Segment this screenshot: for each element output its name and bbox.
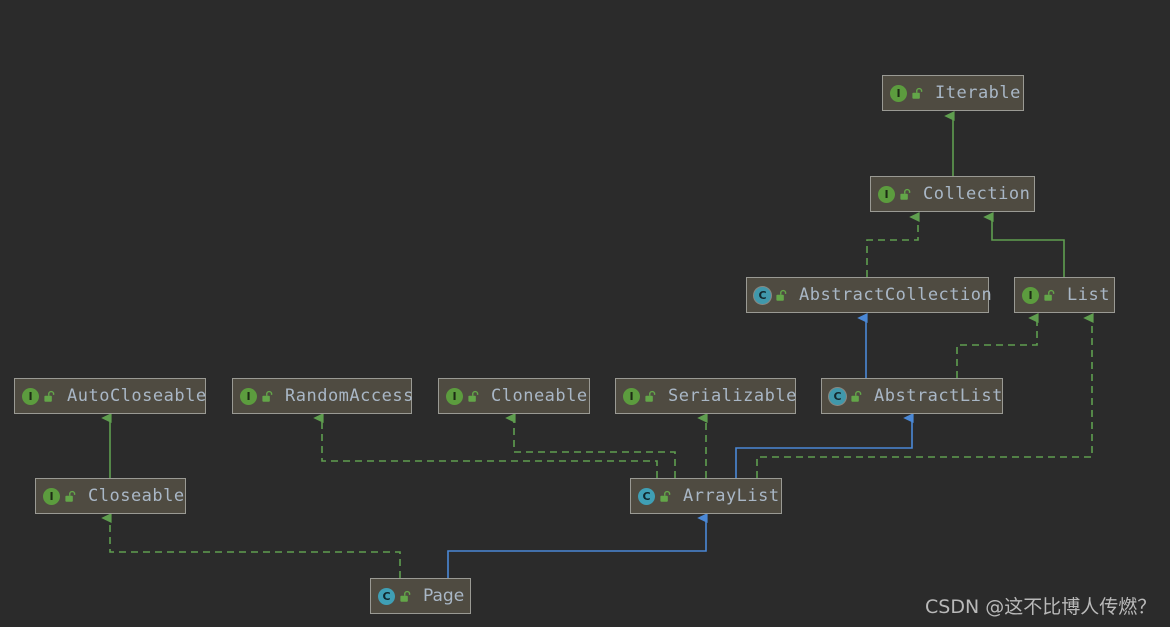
node-arraylist[interactable]: C ArrayList bbox=[630, 478, 782, 514]
node-icons: C bbox=[829, 387, 863, 405]
node-label: Iterable bbox=[935, 83, 1021, 103]
node-abstractlist[interactable]: C AbstractList bbox=[821, 378, 1003, 414]
unlocked-icon bbox=[262, 390, 273, 402]
unlocked-icon bbox=[851, 390, 862, 402]
node-label: Closeable bbox=[88, 486, 185, 506]
interface-icon: I bbox=[890, 84, 907, 102]
unlocked-icon bbox=[900, 188, 911, 200]
node-icons: I bbox=[623, 387, 657, 405]
node-icons: I bbox=[22, 387, 56, 405]
node-label: RandomAccess bbox=[285, 386, 414, 406]
interface-icon: I bbox=[623, 387, 640, 405]
node-label: Collection bbox=[923, 184, 1031, 204]
unlocked-icon bbox=[400, 590, 411, 602]
csdn-watermark: CSDN @这不比博人传燃？ bbox=[925, 596, 1157, 618]
node-label: Cloneable bbox=[491, 386, 588, 406]
node-cloneable[interactable]: I Cloneable bbox=[438, 378, 590, 414]
abstract-class-icon: C bbox=[754, 286, 771, 304]
edge-page-closeable bbox=[101, 513, 401, 578]
node-icons: I bbox=[890, 84, 924, 102]
node-randomaccess[interactable]: I RandomAccess bbox=[232, 378, 414, 414]
interface-icon: I bbox=[446, 387, 463, 405]
edge-arraylist-abstractlist bbox=[735, 413, 914, 478]
node-icons: C bbox=[378, 587, 412, 605]
interface-icon: I bbox=[43, 487, 60, 505]
node-label: Page bbox=[423, 586, 465, 606]
interface-icon: I bbox=[22, 387, 39, 405]
class-icon: C bbox=[378, 587, 395, 605]
edge-arraylist-cloneable bbox=[505, 413, 676, 478]
node-autocloseable[interactable]: I AutoCloseable bbox=[14, 378, 206, 414]
node-icons: I bbox=[1022, 286, 1056, 304]
unlocked-icon bbox=[1044, 289, 1055, 301]
node-icons: I bbox=[240, 387, 274, 405]
unlocked-icon bbox=[912, 87, 923, 99]
node-label: AbstractCollection bbox=[799, 285, 993, 305]
node-icons: I bbox=[878, 185, 912, 203]
interface-icon: I bbox=[1022, 286, 1039, 304]
uml-class-diagram: I Iterable I Collection C AbstractCollection I… bbox=[0, 0, 1170, 627]
edge-abstractlist-list bbox=[956, 313, 1039, 378]
node-closeable[interactable]: I Closeable bbox=[35, 478, 186, 514]
node-collection[interactable]: I Collection bbox=[870, 176, 1035, 212]
node-serializable[interactable]: I Serializable bbox=[615, 378, 796, 414]
node-label: AutoCloseable bbox=[67, 386, 207, 406]
node-iterable[interactable]: I Iterable bbox=[882, 75, 1024, 111]
unlocked-icon bbox=[44, 390, 55, 402]
unlocked-icon bbox=[645, 390, 656, 402]
node-label: Serializable bbox=[668, 386, 797, 406]
node-icons: C bbox=[638, 487, 672, 505]
node-icons: I bbox=[446, 387, 480, 405]
edge-abstractcollection-collection bbox=[866, 212, 920, 277]
abstract-class-icon: C bbox=[829, 387, 846, 405]
edge-list-collection bbox=[983, 212, 1065, 277]
class-icon: C bbox=[638, 487, 655, 505]
node-page[interactable]: C Page bbox=[370, 578, 471, 614]
node-abstractcollection[interactable]: C AbstractCollection bbox=[746, 277, 993, 313]
node-icons: I bbox=[43, 487, 77, 505]
node-list[interactable]: I List bbox=[1014, 277, 1115, 313]
node-label: List bbox=[1067, 285, 1110, 305]
interface-icon: I bbox=[240, 387, 257, 405]
edge-page-arraylist bbox=[447, 513, 708, 578]
unlocked-icon bbox=[776, 289, 787, 301]
unlocked-icon bbox=[660, 490, 671, 502]
interface-icon: I bbox=[878, 185, 895, 203]
node-label: ArrayList bbox=[683, 486, 780, 506]
edge-arraylist-randomaccess bbox=[313, 413, 658, 478]
node-label: AbstractList bbox=[874, 386, 1003, 406]
unlocked-icon bbox=[468, 390, 479, 402]
node-icons: C bbox=[754, 286, 788, 304]
unlocked-icon bbox=[65, 490, 76, 502]
